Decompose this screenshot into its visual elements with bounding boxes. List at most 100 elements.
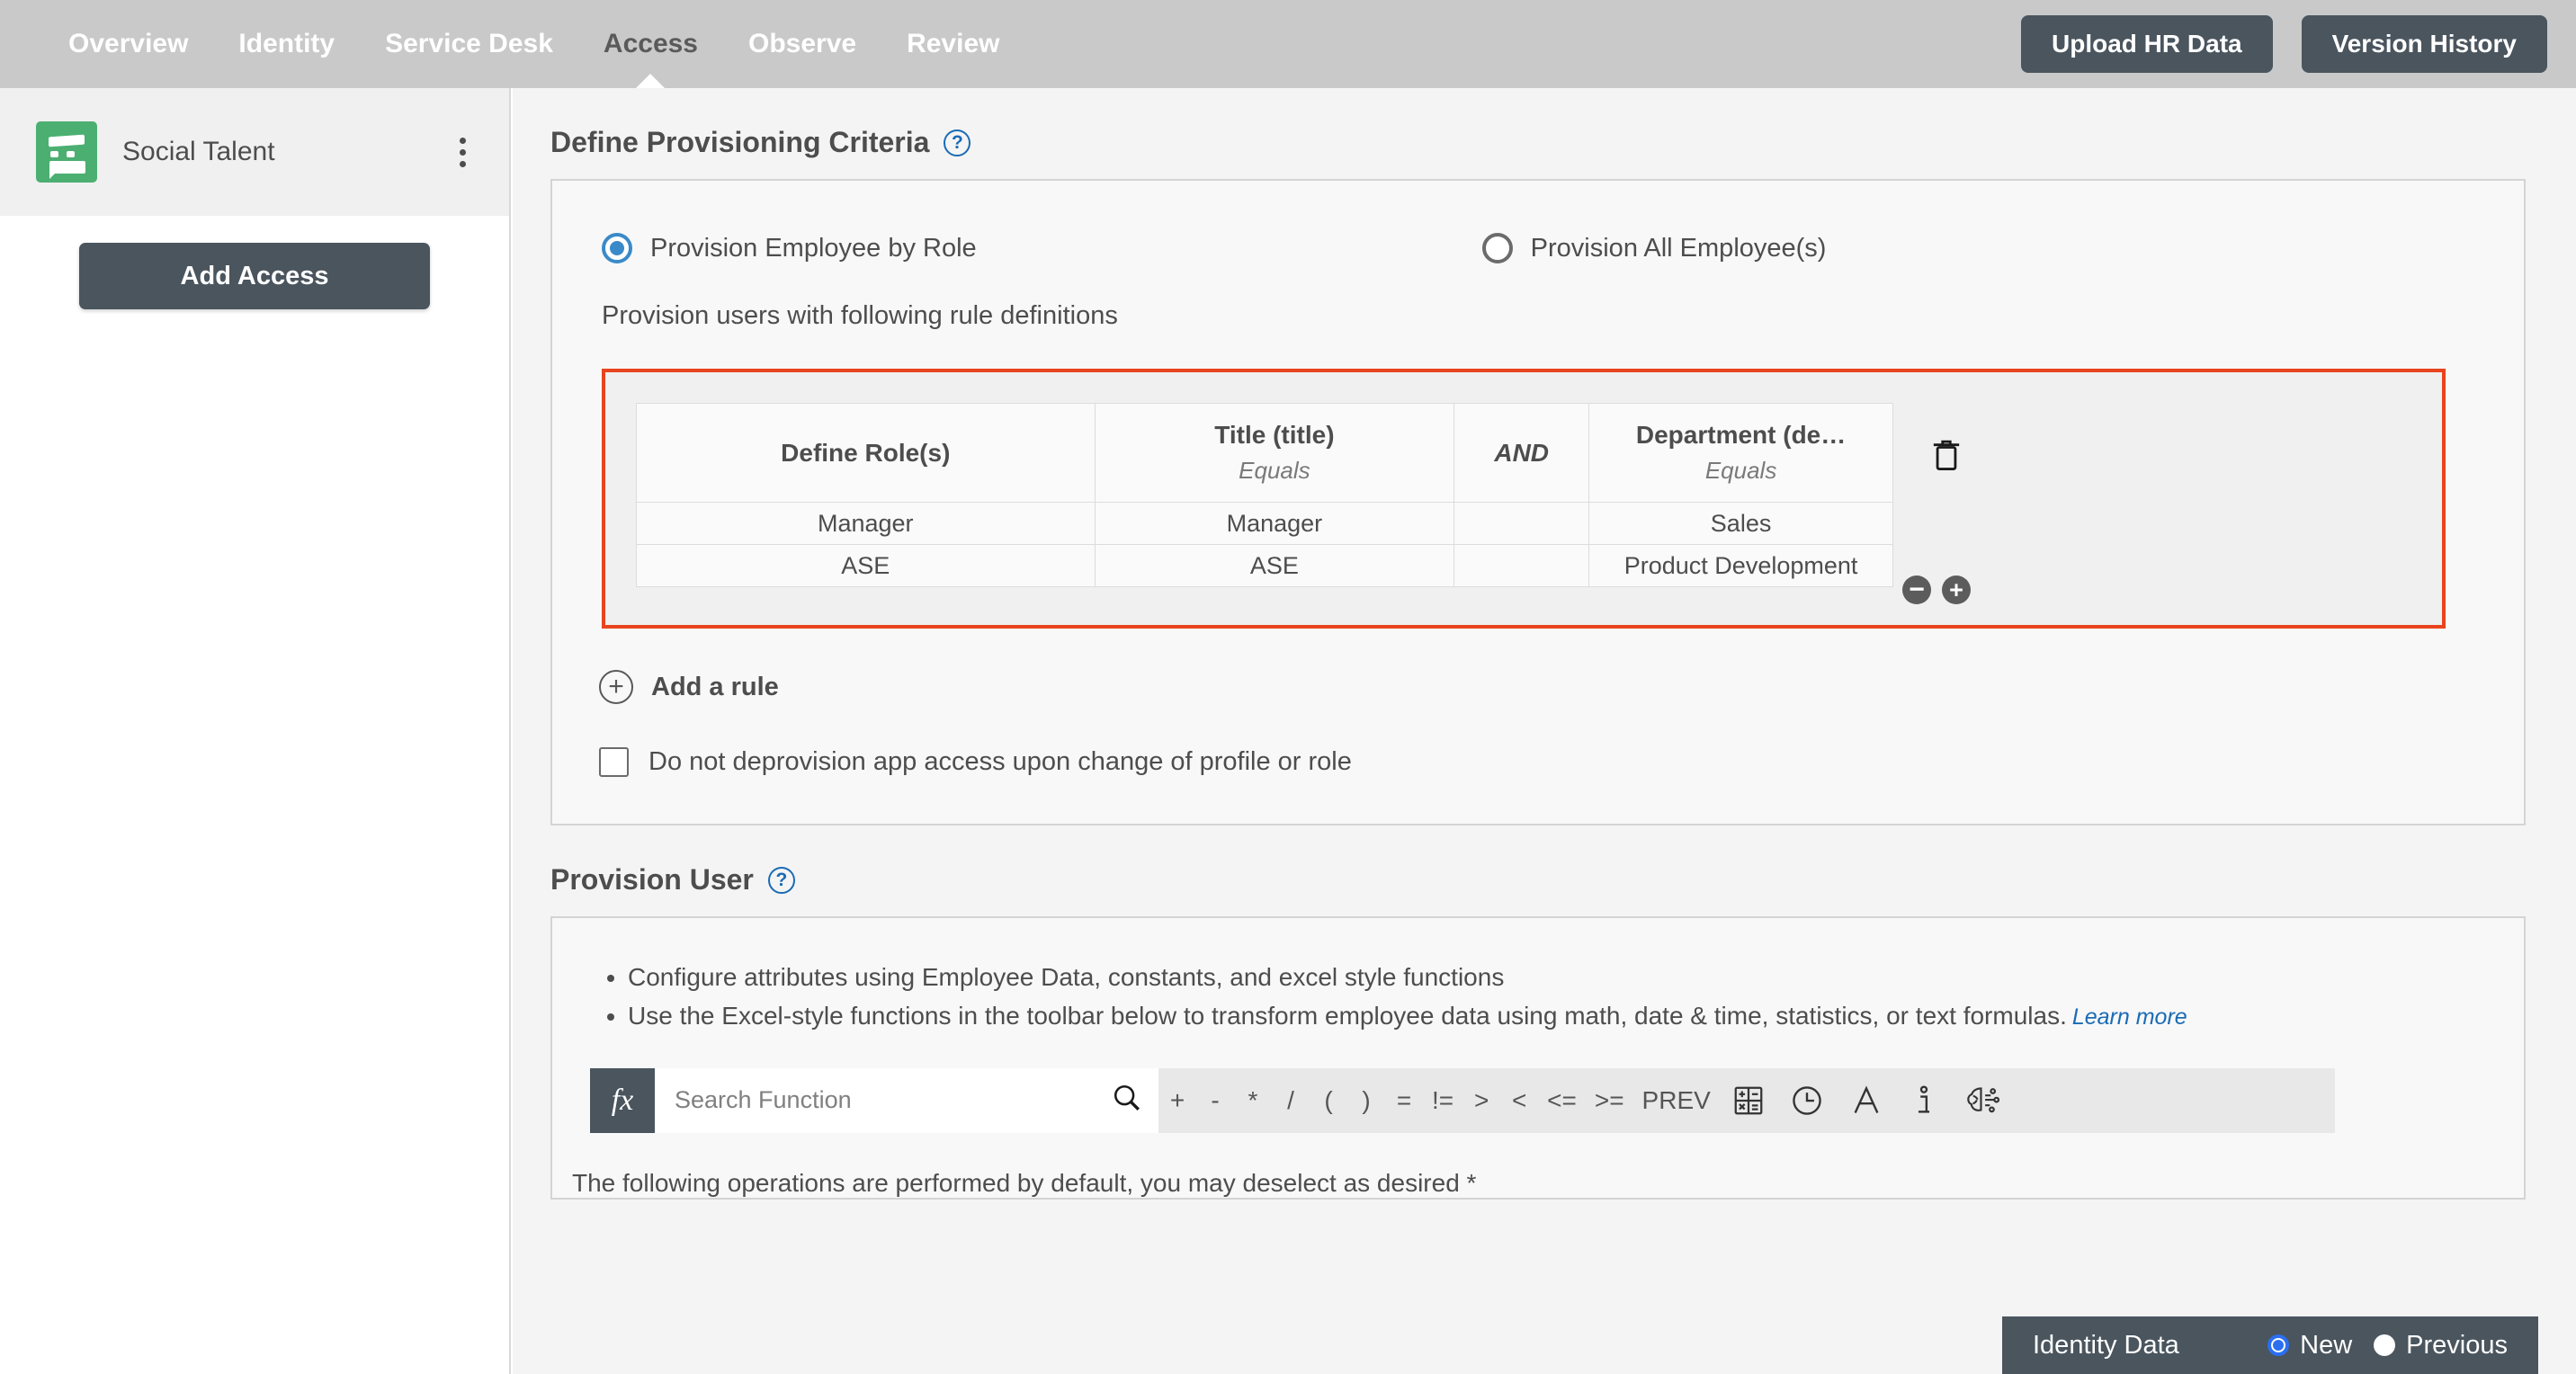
provision-user-bullets: Configure attributes using Employee Data… xyxy=(610,958,2524,1036)
identity-data-bar: Identity Data New Previous xyxy=(2002,1316,2538,1374)
nav-tab-overview[interactable]: Overview xyxy=(43,0,213,88)
rule-table-wrap: Define Role(s) Title (title) Equals AND … xyxy=(605,403,2442,604)
cell-title[interactable]: Manager xyxy=(1094,502,1455,545)
add-a-rule-label: Add a rule xyxy=(651,672,779,701)
provision-user-section-title: Provision User ? xyxy=(550,863,2538,897)
nav-tab-access[interactable]: Access xyxy=(578,0,723,88)
rule-table: Define Role(s) Title (title) Equals AND … xyxy=(636,403,1893,587)
top-navigation-bar: Overview Identity Service Desk Access Ob… xyxy=(0,0,2576,88)
identity-option-previous[interactable]: Previous xyxy=(2374,1331,2508,1361)
op-equals[interactable]: = xyxy=(1385,1068,1423,1133)
main-content: Define Provisioning Criteria ? Provision… xyxy=(513,88,2576,1374)
nav-tab-review[interactable]: Review xyxy=(881,0,1024,88)
add-access-button[interactable]: Add Access xyxy=(79,243,430,309)
rule-definition-box: Define Role(s) Title (title) Equals AND … xyxy=(602,369,2446,629)
function-search-wrap xyxy=(655,1067,1158,1133)
cell-title[interactable]: ASE xyxy=(1094,544,1455,587)
ai-brain-icon[interactable] xyxy=(1952,1068,2013,1133)
kebab-menu-icon[interactable] xyxy=(452,130,473,174)
plus-circle-icon[interactable]: + xyxy=(1942,575,1971,604)
identity-new-radio[interactable] xyxy=(2267,1334,2290,1356)
op-less-than[interactable]: < xyxy=(1500,1068,1538,1133)
nav-tab-service-desk[interactable]: Service Desk xyxy=(360,0,578,88)
table-row[interactable]: ASE ASE Product Development xyxy=(636,544,1893,587)
info-functions-icon[interactable] xyxy=(1896,1068,1952,1133)
fx-badge-icon[interactable]: fx xyxy=(590,1067,655,1133)
provisioning-card: Provision Employee by Role Provision All… xyxy=(550,179,2526,825)
header-title-name: Title (title) xyxy=(1214,421,1335,449)
radio-all-employees-mark[interactable] xyxy=(1481,233,1513,263)
topbar-actions: Upload HR Data Version History xyxy=(2021,0,2547,88)
identity-data-options: New Previous xyxy=(2267,1331,2508,1361)
op-less-equal[interactable]: <= xyxy=(1538,1068,1586,1133)
bullet-text-1: Configure attributes using Employee Data… xyxy=(628,963,1505,991)
op-minus[interactable]: - xyxy=(1196,1068,1234,1133)
op-not-equals[interactable]: != xyxy=(1423,1068,1462,1133)
search-input[interactable] xyxy=(675,1086,1112,1115)
bullet-text-2: Use the Excel-style functions in the too… xyxy=(628,1002,2067,1030)
math-functions-icon[interactable] xyxy=(1720,1068,1777,1133)
op-multiply[interactable]: * xyxy=(1234,1068,1272,1133)
radio-provision-all-employees[interactable]: Provision All Employee(s) xyxy=(1481,233,1827,263)
deprovision-checkbox[interactable] xyxy=(599,747,629,777)
provision-mode-radio-group: Provision Employee by Role Provision All… xyxy=(552,181,2524,263)
op-divide[interactable]: / xyxy=(1272,1068,1310,1133)
radio-all-employees-label: Provision All Employee(s) xyxy=(1530,233,1827,263)
version-history-button[interactable]: Version History xyxy=(2301,15,2547,73)
provision-user-card: Configure attributes using Employee Data… xyxy=(550,916,2526,1200)
search-icon[interactable] xyxy=(1112,1083,1142,1118)
trash-icon[interactable] xyxy=(1931,437,1962,473)
nav-tab-observe[interactable]: Observe xyxy=(723,0,881,88)
list-item: Configure attributes using Employee Data… xyxy=(628,958,2524,996)
plus-circle-outline-icon: + xyxy=(599,670,633,704)
default-operations-note: The following operations are performed b… xyxy=(572,1168,1477,1197)
header-department-attribute: Department (de… Equals xyxy=(1588,403,1893,503)
op-greater-than[interactable]: > xyxy=(1462,1068,1500,1133)
app-name-label: Social Talent xyxy=(122,137,275,166)
help-icon[interactable]: ? xyxy=(944,129,971,156)
table-header-row: Define Role(s) Title (title) Equals AND … xyxy=(636,403,1893,503)
minus-circle-icon[interactable]: − xyxy=(1902,575,1931,604)
cell-department[interactable]: Product Development xyxy=(1588,544,1893,587)
add-a-rule-button[interactable]: + Add a rule xyxy=(599,670,779,704)
text-functions-icon[interactable] xyxy=(1837,1068,1896,1133)
op-greater-equal[interactable]: >= xyxy=(1586,1068,1633,1133)
identity-new-label: New xyxy=(2300,1330,2353,1360)
radio-provision-by-role[interactable]: Provision Employee by Role xyxy=(602,233,977,263)
cell-spacer xyxy=(1453,544,1589,587)
op-prev[interactable]: PREV xyxy=(1633,1068,1720,1133)
cell-role[interactable]: Manager xyxy=(636,502,1096,545)
op-close-paren[interactable]: ) xyxy=(1347,1068,1385,1133)
cell-department[interactable]: Sales xyxy=(1588,502,1893,545)
nav-tab-identity[interactable]: Identity xyxy=(213,0,360,88)
deprovision-checkbox-label: Do not deprovision app access upon chang… xyxy=(648,747,1352,776)
header-title-attribute: Title (title) Equals xyxy=(1094,403,1455,503)
header-department-operator: Equals xyxy=(1704,457,1777,484)
nav-items: Overview Identity Service Desk Access Ob… xyxy=(43,0,1024,88)
rule-intro-text: Provision users with following rule defi… xyxy=(602,301,1118,330)
help-icon[interactable]: ? xyxy=(767,866,795,894)
date-time-icon[interactable] xyxy=(1777,1068,1837,1133)
list-item: Use the Excel-style functions in the too… xyxy=(628,996,2524,1035)
upload-hr-data-button[interactable]: Upload HR Data xyxy=(2021,15,2273,73)
page-title: Define Provisioning Criteria xyxy=(550,126,930,158)
header-define-roles: Define Role(s) xyxy=(636,403,1096,503)
cell-role[interactable]: ASE xyxy=(636,544,1096,587)
app-card-social-talent[interactable]: Social Talent xyxy=(0,88,509,216)
identity-data-label: Identity Data xyxy=(2033,1330,2179,1360)
add-access-wrap: Add Access xyxy=(0,243,509,309)
identity-option-new[interactable]: New xyxy=(2267,1331,2352,1361)
provisioning-section-title: Define Provisioning Criteria ? xyxy=(550,126,2538,159)
learn-more-link[interactable]: Learn more xyxy=(2072,1004,2187,1030)
social-talent-logo-icon xyxy=(36,121,97,183)
op-plus[interactable]: + xyxy=(1158,1068,1196,1133)
identity-previous-radio[interactable] xyxy=(2374,1334,2396,1356)
provision-user-title: Provision User xyxy=(550,863,754,896)
radio-by-role-mark[interactable] xyxy=(602,233,632,263)
radio-by-role-label: Provision Employee by Role xyxy=(650,233,977,263)
header-conjunction-and: AND xyxy=(1453,403,1589,503)
op-open-paren[interactable]: ( xyxy=(1310,1068,1347,1133)
table-row[interactable]: Manager Manager Sales xyxy=(636,502,1893,545)
header-department-name: Department (de… xyxy=(1635,421,1847,449)
deprovision-checkbox-row[interactable]: Do not deprovision app access upon chang… xyxy=(599,747,1352,777)
